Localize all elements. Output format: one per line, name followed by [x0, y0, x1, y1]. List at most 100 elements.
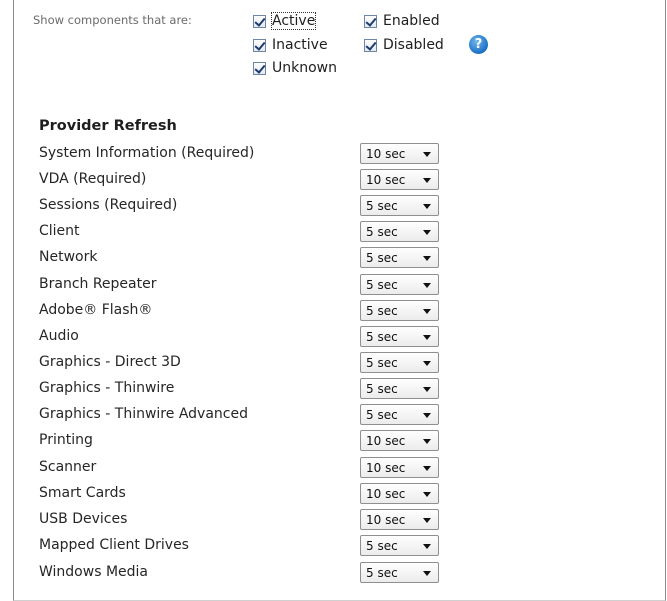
- refresh-interval-select[interactable]: 5 sec: [360, 535, 439, 556]
- refresh-row-label: Client: [39, 223, 80, 239]
- selected-value: 10 sec: [366, 461, 406, 475]
- refresh-interval-select[interactable]: 5 sec: [360, 221, 439, 242]
- dropdown-arrow-icon: [423, 230, 431, 235]
- refresh-row-windows-media: Windows Media 5 sec: [39, 562, 449, 584]
- checkbox-checked-icon: [253, 14, 266, 28]
- selected-value: 5 sec: [366, 330, 398, 344]
- dropdown-arrow-icon: [423, 439, 431, 444]
- dropdown-arrow-icon: [423, 309, 431, 314]
- selected-value: 10 sec: [366, 173, 406, 187]
- refresh-row-graphics-direct-3d: Graphics - Direct 3D 5 sec: [39, 352, 449, 374]
- selected-value: 5 sec: [366, 356, 398, 370]
- refresh-row-network: Network 5 sec: [39, 247, 449, 269]
- refresh-row-label: USB Devices: [39, 511, 128, 527]
- refresh-row-system-information: System Information (Required) 10 sec: [39, 143, 449, 165]
- refresh-interval-select[interactable]: 5 sec: [360, 378, 439, 399]
- refresh-row-label: Network: [39, 249, 98, 265]
- help-icon[interactable]: ?: [469, 35, 488, 54]
- inactive-checkbox-label: Inactive: [272, 37, 328, 53]
- dropdown-arrow-icon: [423, 544, 431, 549]
- refresh-row-adobe-flash: Adobe® Flash® 5 sec: [39, 300, 449, 322]
- dropdown-arrow-icon: [423, 387, 431, 392]
- dropdown-arrow-icon: [423, 492, 431, 497]
- refresh-row-usb-devices: USB Devices 10 sec: [39, 509, 449, 531]
- selected-value: 5 sec: [366, 539, 398, 553]
- refresh-interval-select[interactable]: 10 sec: [360, 169, 439, 190]
- refresh-row-sessions: Sessions (Required) 5 sec: [39, 195, 449, 217]
- selected-value: 5 sec: [366, 278, 398, 292]
- active-checkbox[interactable]: Active: [253, 10, 317, 32]
- selected-value: 10 sec: [366, 434, 406, 448]
- refresh-row-audio: Audio 5 sec: [39, 326, 449, 348]
- refresh-row-client: Client 5 sec: [39, 221, 449, 243]
- refresh-interval-select[interactable]: 5 sec: [360, 352, 439, 373]
- refresh-row-label: Graphics - Direct 3D: [39, 354, 181, 370]
- checkbox-checked-icon: [253, 38, 266, 52]
- refresh-row-scanner: Scanner 10 sec: [39, 457, 449, 479]
- refresh-interval-select[interactable]: 5 sec: [360, 274, 439, 295]
- refresh-interval-select[interactable]: 5 sec: [360, 404, 439, 425]
- selected-value: 5 sec: [366, 251, 398, 265]
- refresh-interval-select[interactable]: 5 sec: [360, 195, 439, 216]
- inactive-checkbox[interactable]: Inactive: [253, 34, 328, 56]
- selected-value: 5 sec: [366, 304, 398, 318]
- disabled-checkbox-label: Disabled: [383, 37, 444, 53]
- dropdown-arrow-icon: [423, 178, 431, 183]
- refresh-row-label: Audio: [39, 328, 79, 344]
- refresh-row-label: VDA (Required): [39, 171, 147, 187]
- refresh-interval-select[interactable]: 5 sec: [360, 562, 439, 583]
- refresh-interval-select[interactable]: 5 sec: [360, 326, 439, 347]
- selected-value: 5 sec: [366, 382, 398, 396]
- refresh-row-printing: Printing 10 sec: [39, 430, 449, 452]
- refresh-interval-select[interactable]: 10 sec: [360, 143, 439, 164]
- refresh-row-label: System Information (Required): [39, 145, 255, 161]
- unknown-checkbox[interactable]: Unknown: [253, 57, 337, 79]
- refresh-interval-select[interactable]: 10 sec: [360, 457, 439, 478]
- dropdown-arrow-icon: [423, 571, 431, 576]
- dropdown-arrow-icon: [423, 204, 431, 209]
- refresh-interval-select[interactable]: 10 sec: [360, 509, 439, 530]
- refresh-row-label: Mapped Client Drives: [39, 537, 189, 553]
- dropdown-arrow-icon: [423, 256, 431, 261]
- refresh-row-label: Smart Cards: [39, 485, 126, 501]
- checkbox-checked-icon: [253, 61, 266, 75]
- show-components-label: Show components that are:: [33, 13, 192, 27]
- dropdown-arrow-icon: [423, 283, 431, 288]
- enabled-checkbox-label: Enabled: [383, 13, 440, 29]
- dropdown-arrow-icon: [423, 518, 431, 523]
- refresh-row-label: Graphics - Thinwire: [39, 380, 175, 396]
- refresh-row-label: Scanner: [39, 459, 97, 475]
- refresh-interval-select[interactable]: 5 sec: [360, 247, 439, 268]
- dropdown-arrow-icon: [423, 466, 431, 471]
- refresh-interval-select[interactable]: 10 sec: [360, 483, 439, 504]
- refresh-row-label: Sessions (Required): [39, 197, 178, 213]
- refresh-row-smart-cards: Smart Cards 10 sec: [39, 483, 449, 505]
- refresh-row-graphics-thinwire: Graphics - Thinwire 5 sec: [39, 378, 449, 400]
- selected-value: 10 sec: [366, 487, 406, 501]
- selected-value: 5 sec: [366, 199, 398, 213]
- checkbox-checked-icon: [364, 14, 377, 28]
- selected-value: 5 sec: [366, 225, 398, 239]
- refresh-row-label: Printing: [39, 432, 93, 448]
- refresh-row-label: Adobe® Flash®: [39, 302, 153, 318]
- refresh-row-label: Windows Media: [39, 564, 148, 580]
- checkbox-checked-icon: [364, 38, 377, 52]
- provider-refresh-title: Provider Refresh: [39, 118, 177, 134]
- selected-value: 10 sec: [366, 147, 406, 161]
- dropdown-arrow-icon: [423, 413, 431, 418]
- enabled-checkbox[interactable]: Enabled: [364, 10, 440, 32]
- refresh-row-graphics-thinwire-advanced: Graphics - Thinwire Advanced 5 sec: [39, 404, 449, 426]
- dropdown-arrow-icon: [423, 335, 431, 340]
- active-checkbox-label: Active: [270, 12, 317, 30]
- refresh-row-label: Graphics - Thinwire Advanced: [39, 406, 248, 422]
- refresh-row-vda: VDA (Required) 10 sec: [39, 169, 449, 191]
- dropdown-arrow-icon: [423, 361, 431, 366]
- refresh-row-mapped-client-drives: Mapped Client Drives 5 sec: [39, 535, 449, 557]
- selected-value: 10 sec: [366, 513, 406, 527]
- disabled-checkbox[interactable]: Disabled: [364, 34, 444, 56]
- unknown-checkbox-label: Unknown: [272, 60, 337, 76]
- dropdown-arrow-icon: [423, 152, 431, 157]
- selected-value: 5 sec: [366, 566, 398, 580]
- refresh-interval-select[interactable]: 5 sec: [360, 300, 439, 321]
- refresh-interval-select[interactable]: 10 sec: [360, 430, 439, 451]
